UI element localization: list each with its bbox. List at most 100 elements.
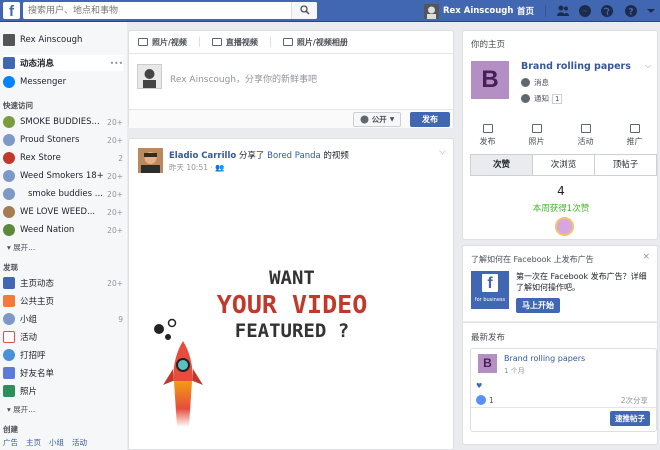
create-heading: 创建 bbox=[3, 425, 18, 434]
action-promote-button[interactable]: 推广 bbox=[610, 119, 659, 151]
sidebar-item-label: SMOKE BUDDIES... bbox=[20, 117, 100, 127]
page-logo[interactable]: B bbox=[471, 61, 509, 99]
messenger-icon[interactable] bbox=[578, 4, 592, 18]
sidebar-item-messenger[interactable]: Messenger bbox=[3, 74, 123, 90]
post-author-link[interactable]: Eladio Carrillo bbox=[169, 151, 236, 161]
create-links: 广告 主页 小组 活动 bbox=[3, 437, 95, 448]
composer-input[interactable]: Rex Ainscough，分享你的新鲜事吧 bbox=[170, 72, 317, 85]
tab-photo-video[interactable]: 照片/视频 bbox=[138, 37, 187, 48]
home-link[interactable]: 首页 bbox=[517, 5, 534, 17]
page-actions: 发布 照片 活动 推广 bbox=[463, 119, 659, 151]
search-box bbox=[23, 2, 317, 19]
sidebar-item-label: 好友名单 bbox=[20, 369, 55, 379]
page-name-link[interactable]: Brand rolling papers bbox=[504, 354, 585, 363]
sidebar-item-shortcut[interactable]: smoke buddies ... 20+ bbox=[3, 186, 123, 202]
create-ad-link[interactable]: 广告 bbox=[3, 438, 18, 447]
tab-live-video[interactable]: 直播视频 bbox=[211, 37, 258, 48]
page-logo[interactable]: B bbox=[478, 354, 497, 373]
action-photo-button[interactable]: 照片 bbox=[512, 119, 561, 151]
group-icon bbox=[3, 116, 15, 128]
sidebar-item-label: Weed Nation bbox=[20, 225, 75, 235]
sidebar-item-label: 活动 bbox=[20, 333, 38, 343]
sidebar-item-label: Rex Ainscough bbox=[20, 35, 83, 45]
page-messages-link[interactable]: 消息 bbox=[521, 77, 549, 88]
shortcuts-see-more[interactable]: ▾ 展开... bbox=[7, 242, 35, 253]
create-page-link[interactable]: 主页 bbox=[26, 438, 41, 447]
sidebar-item-explore[interactable]: 打招呼 bbox=[3, 347, 123, 363]
see-more-label: 展开... bbox=[13, 243, 36, 252]
avatar[interactable] bbox=[138, 148, 163, 173]
page-icon bbox=[3, 152, 15, 164]
sidebar-item-shortcut[interactable]: WE LOVE WEED... 20+ bbox=[3, 204, 123, 220]
get-started-button[interactable]: 马上开始 bbox=[516, 298, 560, 313]
sidebar-item-explore[interactable]: 小组 9 bbox=[3, 311, 123, 327]
sidebar-item-shortcut[interactable]: Weed Smokers 18+ 20+ bbox=[3, 168, 123, 184]
facebook-logo-icon[interactable]: f bbox=[3, 2, 20, 19]
groups-icon bbox=[3, 313, 15, 325]
tab-photo-album[interactable]: 照片/视频相册 bbox=[282, 37, 348, 48]
sidebar-item-shortcut[interactable]: Proud Stoners 20+ bbox=[3, 132, 123, 148]
megaphone-icon bbox=[629, 124, 640, 133]
search-button[interactable] bbox=[291, 2, 317, 19]
share-count[interactable]: 2次分享 bbox=[621, 395, 648, 406]
globe-icon[interactable] bbox=[600, 4, 614, 18]
promo-line-2: YOUR VIDEO bbox=[216, 290, 368, 319]
svg-text:?: ? bbox=[628, 8, 633, 18]
sidebar-item-shortcut[interactable]: Weed Nation 20+ bbox=[3, 222, 123, 238]
action-event-button[interactable]: 活动 bbox=[561, 119, 610, 151]
sidebar-item-explore[interactable]: 主页动态 20+ bbox=[3, 275, 123, 291]
sidebar-item-label: Rex Store bbox=[20, 153, 61, 163]
friends-icon[interactable] bbox=[556, 4, 570, 18]
poke-icon bbox=[3, 349, 15, 361]
page-name-link[interactable]: Brand rolling papers bbox=[521, 61, 631, 72]
tab-top-posts[interactable]: 顶帖子 bbox=[595, 155, 656, 175]
close-icon[interactable]: × bbox=[642, 252, 650, 262]
page-notifications-link[interactable]: 通知 1 bbox=[521, 93, 563, 104]
album-icon bbox=[282, 38, 293, 46]
promo-line-1: WANT bbox=[269, 267, 315, 289]
sidebar-item-label: 照片 bbox=[20, 387, 38, 397]
more-options-icon[interactable]: ••• bbox=[110, 59, 123, 68]
sidebar-item-explore[interactable]: 照片 bbox=[3, 383, 123, 399]
tab-views[interactable]: 次浏览 bbox=[533, 155, 595, 175]
sidebar-item-shortcut[interactable]: Rex Store 2 bbox=[3, 150, 123, 166]
profile-link[interactable]: Rex Ainscough bbox=[424, 3, 513, 19]
sidebar-item-explore[interactable]: 公共主页 bbox=[3, 293, 123, 309]
search-input[interactable] bbox=[23, 2, 283, 19]
create-group-link[interactable]: 小组 bbox=[49, 438, 64, 447]
post-timestamp[interactable]: 1 个月 bbox=[504, 366, 525, 376]
sidebar-item-profile[interactable]: Rex Ainscough bbox=[3, 32, 123, 48]
action-label: 照片 bbox=[528, 137, 545, 146]
sidebar-item-label: 公共主页 bbox=[20, 297, 55, 307]
sidebar-item-label: WE LOVE WEED... bbox=[20, 207, 96, 217]
sidebar-item-news-feed[interactable]: 动态消息 ••• bbox=[3, 55, 123, 71]
sidebar-item-label: Messenger bbox=[20, 77, 67, 87]
boost-post-button[interactable]: 速推帖子 bbox=[610, 411, 650, 426]
action-publish-button[interactable]: 发布 bbox=[463, 119, 512, 151]
post-button[interactable]: 发布 bbox=[410, 112, 450, 127]
logo-caption: for business bbox=[474, 297, 506, 303]
shared-page-link[interactable]: Bored Panda bbox=[267, 151, 321, 161]
chevron-down-icon[interactable] bbox=[646, 4, 656, 18]
explore-see-more[interactable]: ▾ 展开... bbox=[7, 404, 35, 415]
chevron-down-icon[interactable]: ⌵ bbox=[645, 61, 651, 71]
timestamp-label: 昨天 10:51 · bbox=[169, 163, 216, 172]
post-timestamp[interactable]: 昨天 10:51 · 👥 bbox=[169, 162, 225, 173]
ad-promo-card: 了解如何在 Facebook 上发布广告 × f for business 第一… bbox=[462, 245, 658, 321]
video-thumbnail[interactable]: WANT YOUR VIDEO FEATURED ? bbox=[129, 183, 453, 449]
create-event-link[interactable]: 活动 bbox=[72, 438, 87, 447]
composer-tabs: 照片/视频 直播视频 照片/视频相册 bbox=[129, 31, 453, 54]
help-icon[interactable]: ? bbox=[624, 4, 638, 18]
sidebar-item-shortcut[interactable]: SMOKE BUDDIES... 20+ bbox=[3, 114, 123, 130]
tab-likes[interactable]: 次赞 bbox=[471, 155, 533, 175]
sidebar-item-explore[interactable]: 活动 bbox=[3, 329, 123, 345]
sidebar-item-explore[interactable]: 好友名单 bbox=[3, 365, 123, 381]
like-count[interactable]: 1 bbox=[476, 395, 494, 405]
count-badge: 20+ bbox=[107, 171, 123, 181]
composer-footer: 公开 ▼ 发布 bbox=[129, 109, 453, 128]
tab-label: 照片/视频相册 bbox=[296, 37, 348, 47]
post-options-chevron-icon[interactable]: ⌵ bbox=[439, 147, 446, 157]
action-label: 活动 bbox=[577, 137, 594, 146]
privacy-label: 公开 bbox=[371, 115, 387, 124]
privacy-selector[interactable]: 公开 ▼ bbox=[353, 112, 401, 127]
